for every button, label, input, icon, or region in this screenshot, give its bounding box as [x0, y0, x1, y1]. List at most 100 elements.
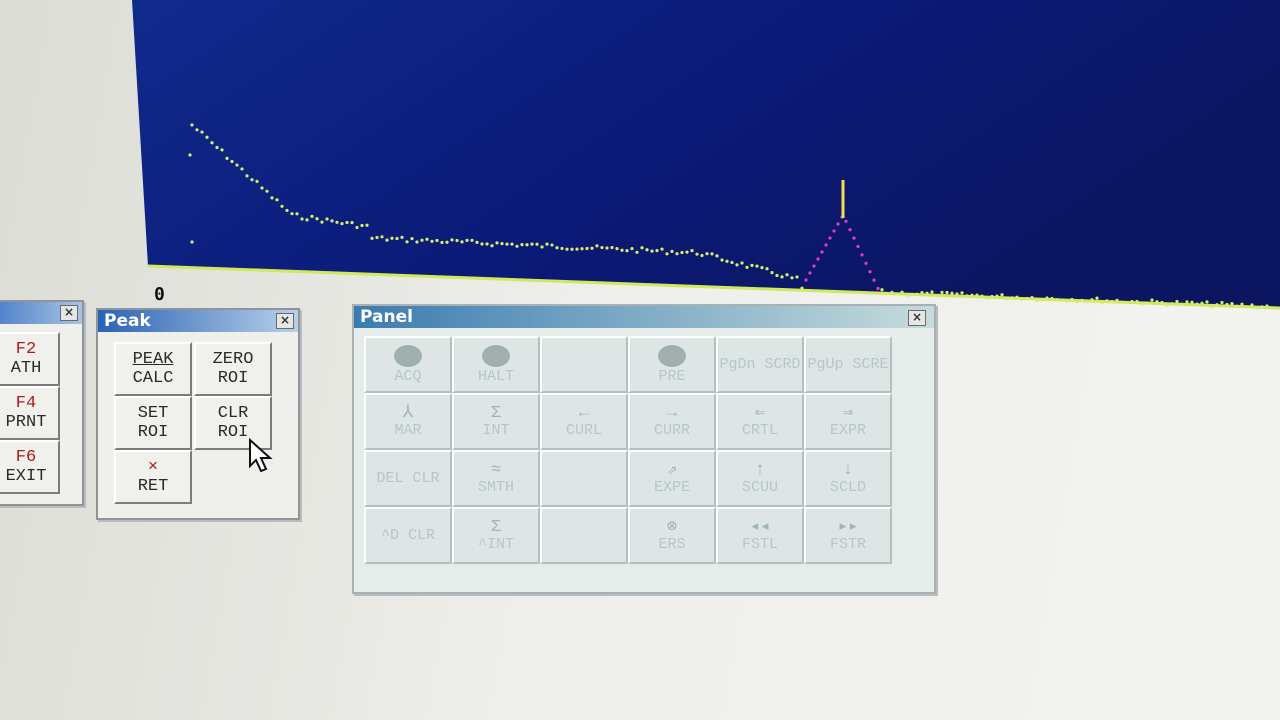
panel-button-expr[interactable]: ⇒ EXPR [804, 393, 892, 450]
panel-button-label: PgDn SCRD [719, 355, 801, 373]
panel-button-blank[interactable] [540, 507, 628, 564]
trace-point [190, 123, 194, 127]
trace-point [655, 249, 659, 253]
f2-math-button[interactable]: F2 ATH [0, 332, 60, 386]
trace-point [360, 223, 364, 228]
trace-point [575, 247, 579, 251]
trace-point [235, 163, 239, 167]
trace-point [1195, 302, 1199, 306]
panel-button-ers[interactable]: ⊗ ERS [628, 507, 716, 564]
trace-point [1235, 304, 1239, 308]
panel-button-blank[interactable] [540, 450, 628, 507]
panel-button-int[interactable]: Σ INT [452, 393, 540, 450]
panel-button-curl[interactable]: ← CURL [540, 393, 628, 450]
zero-roi-button[interactable]: ZERO ROI [194, 342, 272, 396]
trace-point [1055, 298, 1059, 302]
trace-point [675, 252, 679, 256]
set-roi-button[interactable]: SET ROI [114, 396, 192, 450]
ret-button[interactable]: × RET [114, 450, 192, 504]
panel-button-scuu[interactable]: ↑ SCUU [716, 450, 804, 507]
trace-point [525, 243, 529, 247]
roi-point [804, 278, 808, 282]
zero-marker: 0 [154, 284, 165, 305]
peak-calc-button[interactable]: PEAK CALC [114, 342, 192, 396]
roi-point [828, 236, 832, 240]
trace-point [895, 292, 899, 296]
trace-point [565, 247, 569, 251]
trace-point [375, 235, 379, 240]
trace-point [200, 130, 204, 134]
record-icon [658, 344, 686, 367]
trace-point [435, 238, 439, 243]
panel-button-label: HALT [477, 367, 514, 385]
trace-point [230, 159, 234, 164]
trace-point [1025, 296, 1029, 301]
panel-button-pgup-scre[interactable]: PgUp SCRE [804, 336, 892, 393]
trace-point [955, 292, 959, 296]
panel-button-fstr[interactable]: ▸▸ FSTR [804, 507, 892, 564]
trace-point [480, 242, 484, 246]
panel-button-label: ^INT [477, 535, 514, 553]
close-icon[interactable]: × [60, 305, 78, 321]
spectrum-display[interactable] [0, 0, 1280, 320]
panel-button-curr[interactable]: → CURR [628, 393, 716, 450]
panel-glyph-icon: ⅄ [402, 403, 414, 423]
panel-button-mar[interactable]: ⅄ MAR [364, 393, 452, 450]
panel-glyph-icon: ↑ [754, 460, 766, 480]
trace-point [245, 174, 249, 178]
trace-point [660, 247, 664, 251]
panel-button-blank[interactable] [540, 336, 628, 393]
panel-button-smth[interactable]: ≈ SMTH [452, 450, 540, 507]
trace-point [1200, 301, 1204, 305]
trace-point [1190, 300, 1194, 304]
trace-point [1005, 297, 1009, 301]
trace-point [545, 242, 549, 246]
f6-exit-button[interactable]: F6 EXIT [0, 440, 60, 494]
trace-point [610, 245, 614, 250]
trace-point [590, 246, 594, 250]
trace-point [1080, 298, 1084, 302]
trace-point [595, 244, 599, 248]
trace-point [250, 178, 254, 182]
trace-point [625, 249, 629, 253]
panel-button-pre[interactable]: PRE [628, 336, 716, 393]
close-icon[interactable]: × [908, 310, 926, 326]
trace-point [535, 242, 539, 246]
trace-point [585, 246, 589, 251]
roi-point [820, 250, 824, 254]
trace-point [1150, 298, 1154, 302]
panel-button-del-clr[interactable]: DEL CLR [364, 450, 452, 507]
trace-point [1090, 298, 1094, 302]
trace-point [290, 212, 294, 216]
panel-button-int[interactable]: Σ ^INT [452, 507, 540, 564]
trace-point [760, 266, 764, 270]
trace-point [350, 221, 354, 225]
close-icon[interactable]: × [276, 313, 294, 329]
trace-point [365, 223, 369, 227]
trace-point [925, 291, 929, 295]
trace-point [300, 217, 304, 221]
trace-point [190, 240, 194, 244]
panel-button-scld[interactable]: ↓ SCLD [804, 450, 892, 507]
trace-point [1155, 300, 1159, 304]
trace-point [640, 246, 644, 250]
f4-print-button[interactable]: F4 PRNT [0, 386, 60, 440]
panel-button-expe[interactable]: ⇗ EXPE [628, 450, 716, 507]
mouse-cursor-icon [249, 438, 273, 473]
trace-point [1240, 302, 1244, 306]
panel-button-crtl[interactable]: ⇐ CRTL [716, 393, 804, 450]
trace-point [700, 253, 704, 258]
panel-button-grid: ACQ HALT PRE PgDn SCRD PgUp SCRE ⅄ MAR Σ INT ← CUR… [364, 336, 892, 564]
trace-point [1220, 300, 1224, 305]
panel-button-fstl[interactable]: ◂◂ FSTL [716, 507, 804, 564]
panel-button-halt[interactable]: HALT [452, 336, 540, 393]
roi-point [856, 244, 860, 249]
panel-button-d-clr[interactable]: ^D CLR [364, 507, 452, 564]
trace-point [495, 241, 499, 245]
panel-button-acq[interactable]: ACQ [364, 336, 452, 393]
panel-button-pgdn-scrd[interactable]: PgDn SCRD [716, 336, 804, 393]
panel-glyph-icon: ⇐ [754, 403, 766, 423]
trace-point [570, 247, 574, 251]
panel-button-label: ERS [658, 535, 686, 553]
trace-point [935, 294, 939, 298]
